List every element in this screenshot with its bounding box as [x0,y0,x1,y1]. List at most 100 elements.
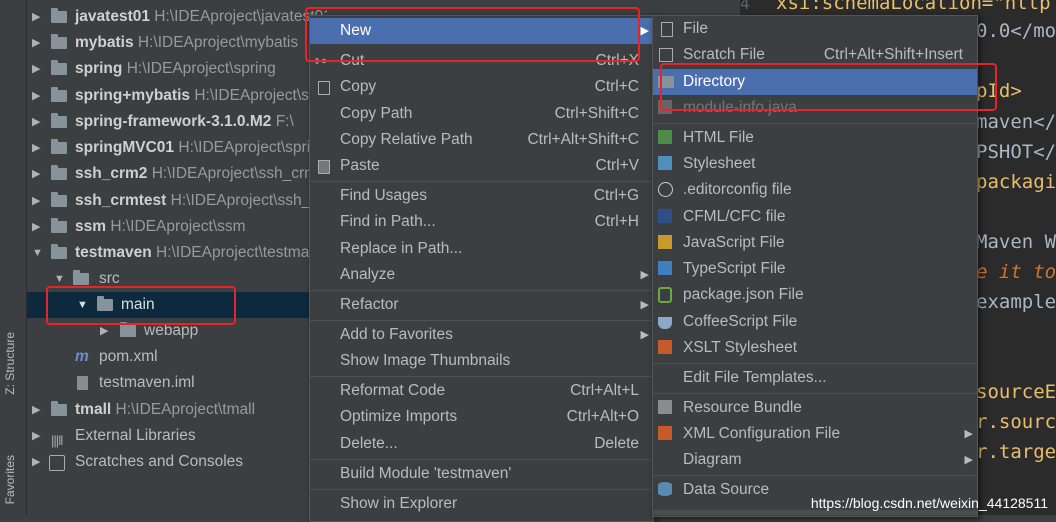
submenu-item-edit-file-templates[interactable]: Edit File Templates... [653,365,977,391]
structure-tab[interactable]: Z: Structure [3,332,17,395]
paste-icon [318,160,330,174]
submenu-item-editorconfig[interactable]: .editorconfig file [653,177,977,203]
menu-separator [653,123,977,124]
tree-row[interactable]: ▼ testmaven H:\IDEAproject\testmaven [27,240,327,266]
module-name: ssm [75,218,107,235]
menu-separator [310,376,653,377]
annotation-box-main [46,286,236,325]
expand-arrow-icon[interactable]: ▶ [32,423,44,449]
submenu-item-coffeescript-file[interactable]: CoffeeScript File [653,309,977,335]
menu-item-copy[interactable]: Copy Ctrl+C [310,74,653,100]
submenu-item-resource-bundle[interactable]: Resource Bundle [653,395,977,421]
submenu-item-xslt-stylesheet[interactable]: XSLT Stylesheet [653,335,977,361]
tree-row[interactable]: ▶ mybatis H:\IDEAproject\mybatis [27,30,327,56]
menu-item-label: File [683,20,708,37]
module-path: H:\IDEAproject\ssh_crmtest [170,192,327,209]
submenu-item-javascript-file[interactable]: JavaScript File [653,230,977,256]
tree-row[interactable]: ▶ spring-framework-3.1.0.M2 F:\ [27,109,327,135]
menu-item-analyze[interactable]: Analyze ▶ [310,262,653,288]
submenu-item-html-file[interactable]: HTML File [653,125,977,151]
submenu-item-stylesheet[interactable]: Stylesheet [653,151,977,177]
code-line: packagin [976,171,1056,193]
menu-separator [310,489,653,490]
database-icon [658,482,672,496]
line-number: 4 [740,0,750,13]
code-line: maven</a [976,111,1056,133]
submenu-item-file[interactable]: File [653,16,977,42]
menu-item-shortcut: Ctrl+Alt+O [566,408,639,425]
expand-arrow-icon[interactable]: ▶ [32,30,44,56]
menu-item-label: JavaScript File [683,234,785,251]
menu-item-reformat-code[interactable]: Reformat Code Ctrl+Alt+L [310,378,653,404]
expand-arrow-icon[interactable]: ▶ [32,449,44,475]
expand-arrow-icon[interactable]: ▶ [32,135,44,161]
menu-item-shortcut: Ctrl+Alt+Shift+C [527,131,639,148]
tree-row[interactable]: ▶ springMVC01 H:\IDEAproject\springMVC01 [27,135,327,161]
expand-arrow-icon[interactable]: ▶ [32,56,44,82]
menu-item-paste[interactable]: Paste Ctrl+V [310,153,653,179]
menu-item-refactor[interactable]: Refactor ▶ [310,292,653,318]
expand-arrow-icon[interactable]: ▶ [32,4,44,30]
expand-arrow-icon[interactable]: ▶ [32,188,44,214]
menu-item-label: Analyze [340,266,396,283]
code-line: 0.0</mod [976,20,1056,42]
submenu-arrow-icon: ▶ [640,269,649,281]
expand-arrow-icon[interactable]: ▶ [32,397,44,423]
menu-item-show-in-explorer[interactable]: Show in Explorer [310,491,653,517]
menu-item-delete[interactable]: Delete... Delete [310,431,653,457]
submenu-item-diagram[interactable]: Diagram ▶ [653,447,977,473]
module-path: H:\IDEAproject\javatest01 [154,8,327,25]
submenu-item-cfml[interactable]: CFML/CFC file [653,204,977,230]
xslt-file-icon [658,340,672,354]
menu-item-add-to-favorites[interactable]: Add to Favorites ▶ [310,322,653,348]
menu-item-find-usages[interactable]: Find Usages Ctrl+G [310,183,653,209]
expand-arrow-icon[interactable]: ▶ [32,83,44,109]
menu-separator [310,290,653,291]
tree-row[interactable]: ▶ ssh_crmtest H:\IDEAproject\ssh_crmtest [27,188,327,214]
menu-item-label: Show in Explorer [340,495,458,512]
module-name: javatest01 [75,8,150,25]
tree-row[interactable]: ▶ Scratches and Consoles [27,449,327,475]
collapse-arrow-icon[interactable]: ▼ [32,240,44,266]
module-path: H:\IDEAproject\ssm [110,218,246,235]
submenu-item-package-json[interactable]: package.json File [653,282,977,308]
menu-item-optimize-imports[interactable]: Optimize Imports Ctrl+Alt+O [310,404,653,430]
tree-row[interactable]: ▶ |||‖ External Libraries [27,423,327,449]
tree-row[interactable]: m pom.xml [27,344,327,370]
menu-item-shortcut: Ctrl+V [595,157,640,174]
maven-icon: m [75,348,89,365]
menu-item-shortcut: Ctrl+Shift+C [554,105,639,122]
menu-item-find-in-path[interactable]: Find in Path... Ctrl+H [310,209,653,235]
tree-row[interactable]: testmaven.iml [27,370,327,396]
menu-item-copy-relative-path[interactable]: Copy Relative Path Ctrl+Alt+Shift+C [310,127,653,153]
tree-row[interactable]: ▶ javatest01 H:\IDEAproject\javatest01 [27,4,327,30]
css-file-icon [658,156,672,170]
tree-row[interactable]: ▶ tmall H:\IDEAproject\tmall [27,397,327,423]
expand-arrow-icon[interactable]: ▶ [32,109,44,135]
submenu-item-xml-configuration-file[interactable]: XML Configuration File ▶ [653,421,977,447]
menu-item-replace-in-path[interactable]: Replace in Path... [310,236,653,262]
node-name: Scratches and Consoles [75,453,244,470]
annotation-box-new [305,7,640,62]
file-icon [661,22,673,37]
tree-row[interactable]: ▶ spring+mybatis H:\IDEAproject\spring+m… [27,83,327,109]
expand-arrow-icon[interactable]: ▶ [32,214,44,240]
submenu-item-typescript-file[interactable]: TypeScript File [653,256,977,282]
menu-item-label: CoffeeScript File [683,313,798,330]
menu-item-show-image-thumbnails[interactable]: Show Image Thumbnails [310,348,653,374]
module-folder-icon [51,113,67,128]
menu-item-build-module[interactable]: Build Module 'testmaven' [310,461,653,487]
tree-row[interactable]: ▶ spring H:\IDEAproject\spring [27,56,327,82]
module-path: H:\IDEAproject\spring+mybatis [194,87,327,104]
module-folder-icon [51,218,67,233]
menu-item-shortcut: Ctrl+Alt+L [570,382,639,399]
menu-item-label: Find Usages [340,187,428,204]
tree-row[interactable]: ▶ ssm H:\IDEAproject\ssm [27,214,327,240]
menu-item-copy-path[interactable]: Copy Path Ctrl+Shift+C [310,101,653,127]
menu-item-label: TypeScript File [683,260,786,277]
menu-item-label: Build Module 'testmaven' [340,465,512,482]
expand-arrow-icon[interactable]: ▶ [32,161,44,187]
favorites-tab[interactable]: Favorites [3,455,17,504]
code-line: r.targe [976,441,1056,463]
tree-row[interactable]: ▶ ssh_crm2 H:\IDEAproject\ssh_crm2 [27,161,327,187]
